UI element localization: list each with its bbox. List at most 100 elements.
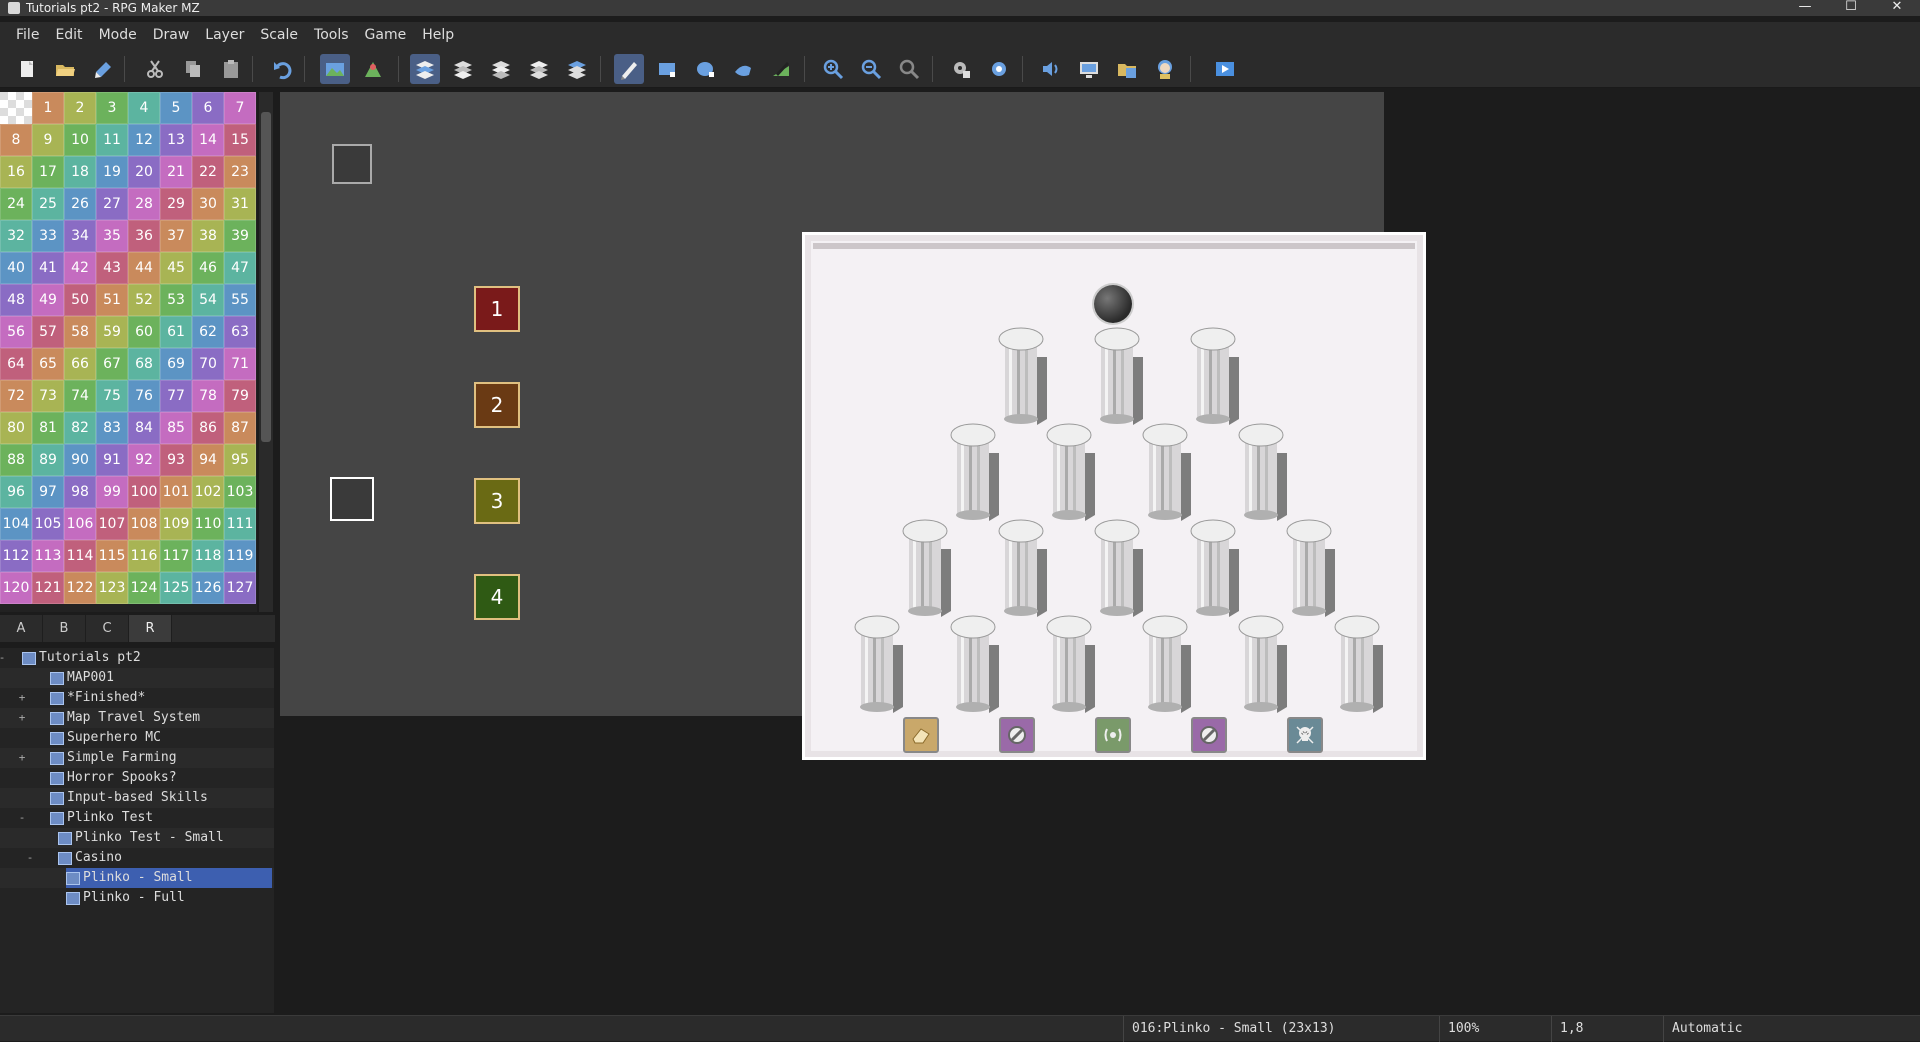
palette-region-tile[interactable]: 103 <box>224 476 256 508</box>
palette-region-tile[interactable]: 50 <box>64 284 96 316</box>
close-button[interactable]: ✕ <box>1874 0 1920 16</box>
palette-region-tile[interactable]: 100 <box>128 476 160 508</box>
palette-region-tile[interactable]: 86 <box>192 412 224 444</box>
palette-region-tile[interactable]: 23 <box>224 156 256 188</box>
palette-eraser-tile[interactable] <box>0 92 32 124</box>
plinko-ball[interactable] <box>1094 285 1132 323</box>
palette-region-tile[interactable]: 90 <box>64 444 96 476</box>
tree-item[interactable]: Horror Spooks? <box>0 768 274 788</box>
palette-region-tile[interactable]: 63 <box>224 316 256 348</box>
collapse-icon[interactable]: - <box>25 848 35 868</box>
tab-b[interactable]: B <box>43 615 86 642</box>
zoom-actual-button[interactable] <box>894 54 924 84</box>
palette-region-tile[interactable]: 32 <box>0 220 32 252</box>
palette-region-tile[interactable]: 61 <box>160 316 192 348</box>
tree-item[interactable]: + *Finished* <box>0 688 274 708</box>
palette-region-tile[interactable]: 73 <box>32 380 64 412</box>
menu-draw[interactable]: Draw <box>145 22 198 48</box>
palette-region-tile[interactable]: 31 <box>224 188 256 220</box>
tab-a[interactable]: A <box>0 615 43 642</box>
palette-region-tile[interactable]: 95 <box>224 444 256 476</box>
palette-region-tile[interactable]: 30 <box>192 188 224 220</box>
palette-region-tile[interactable]: 71 <box>224 348 256 380</box>
resource-manager-button[interactable] <box>1112 54 1142 84</box>
palette-region-tile[interactable]: 126 <box>192 572 224 604</box>
palette-region-tile[interactable]: 66 <box>64 348 96 380</box>
palette-region-tile[interactable]: 20 <box>128 156 160 188</box>
palette-region-tile[interactable]: 37 <box>160 220 192 252</box>
menu-help[interactable]: Help <box>414 22 462 48</box>
palette-region-tile[interactable]: 93 <box>160 444 192 476</box>
palette-region-tile[interactable]: 15 <box>224 124 256 156</box>
palette-region-tile[interactable]: 28 <box>128 188 160 220</box>
save-project-button[interactable] <box>88 54 118 84</box>
palette-region-tile[interactable]: 94 <box>192 444 224 476</box>
new-project-button[interactable] <box>12 54 42 84</box>
ellipse-button[interactable] <box>690 54 720 84</box>
palette-region-tile[interactable]: 57 <box>32 316 64 348</box>
flood-fill-button[interactable] <box>728 54 758 84</box>
tree-item[interactable]: - Plinko Test <box>0 808 274 828</box>
palette-region-tile[interactable]: 12 <box>128 124 160 156</box>
sound-test-button[interactable] <box>1036 54 1066 84</box>
expand-icon[interactable]: + <box>17 688 27 708</box>
copy-button[interactable] <box>178 54 208 84</box>
palette-region-tile[interactable]: 97 <box>32 476 64 508</box>
palette-region-tile[interactable]: 119 <box>224 540 256 572</box>
zoom-in-button[interactable] <box>818 54 848 84</box>
undo-button[interactable] <box>268 54 298 84</box>
palette-region-tile[interactable]: 58 <box>64 316 96 348</box>
palette-region-tile[interactable]: 43 <box>96 252 128 284</box>
paste-button[interactable] <box>216 54 246 84</box>
palette-region-tile[interactable]: 110 <box>192 508 224 540</box>
palette-region-tile[interactable]: 7 <box>224 92 256 124</box>
tree-item[interactable]: MAP001 <box>0 668 274 688</box>
map-mode-button[interactable] <box>320 54 350 84</box>
character-generator-button[interactable] <box>1150 54 1180 84</box>
palette-region-tile[interactable]: 38 <box>192 220 224 252</box>
palette-region-tile[interactable]: 78 <box>192 380 224 412</box>
palette-region-tile[interactable]: 40 <box>0 252 32 284</box>
palette-region-tile[interactable]: 48 <box>0 284 32 316</box>
tree-item[interactable]: - Casino <box>0 848 274 868</box>
palette-region-tile[interactable]: 99 <box>96 476 128 508</box>
palette-region-tile[interactable]: 4 <box>128 92 160 124</box>
palette-region-tile[interactable]: 121 <box>32 572 64 604</box>
palette-region-tile[interactable]: 19 <box>96 156 128 188</box>
palette-region-tile[interactable]: 105 <box>32 508 64 540</box>
palette-region-tile[interactable]: 18 <box>64 156 96 188</box>
palette-region-tile[interactable]: 122 <box>64 572 96 604</box>
scrollbar-thumb[interactable] <box>261 112 271 442</box>
palette-region-tile[interactable]: 11 <box>96 124 128 156</box>
plugin-manager-button[interactable] <box>984 54 1014 84</box>
palette-region-tile[interactable]: 84 <box>128 412 160 444</box>
map-canvas[interactable]: 1 2 3 4 <box>280 92 1426 760</box>
tree-item[interactable]: + Simple Farming <box>0 748 274 768</box>
zoom-out-button[interactable] <box>856 54 886 84</box>
tab-r[interactable]: R <box>129 615 172 642</box>
palette-region-tile[interactable]: 53 <box>160 284 192 316</box>
palette-region-tile[interactable]: 104 <box>0 508 32 540</box>
tile-palette[interactable]: 1 2 3 4 5 6 7 8 9 10 11 12 13 14 15 16 17 18 19 20 21 22 23 24 2… <box>0 92 257 612</box>
layer-2-button[interactable] <box>486 54 516 84</box>
palette-region-tile[interactable]: 106 <box>64 508 96 540</box>
palette-region-tile[interactable]: 1 <box>32 92 64 124</box>
palette-region-tile[interactable]: 60 <box>128 316 160 348</box>
palette-region-tile[interactable]: 96 <box>0 476 32 508</box>
layer-auto-button[interactable] <box>410 54 440 84</box>
palette-region-tile[interactable]: 27 <box>96 188 128 220</box>
palette-region-tile[interactable]: 89 <box>32 444 64 476</box>
palette-region-tile[interactable]: 22 <box>192 156 224 188</box>
palette-region-tile[interactable]: 13 <box>160 124 192 156</box>
palette-region-tile[interactable]: 46 <box>192 252 224 284</box>
menu-file[interactable]: File <box>8 22 47 48</box>
maximize-button[interactable]: ☐ <box>1828 0 1874 16</box>
layer-4-button[interactable] <box>562 54 592 84</box>
shadow-pen-button[interactable] <box>766 54 796 84</box>
palette-region-tile[interactable]: 44 <box>128 252 160 284</box>
palette-region-tile[interactable]: 98 <box>64 476 96 508</box>
palette-region-tile[interactable]: 47 <box>224 252 256 284</box>
palette-region-tile[interactable]: 70 <box>192 348 224 380</box>
palette-region-tile[interactable]: 25 <box>32 188 64 220</box>
palette-region-tile[interactable]: 52 <box>128 284 160 316</box>
